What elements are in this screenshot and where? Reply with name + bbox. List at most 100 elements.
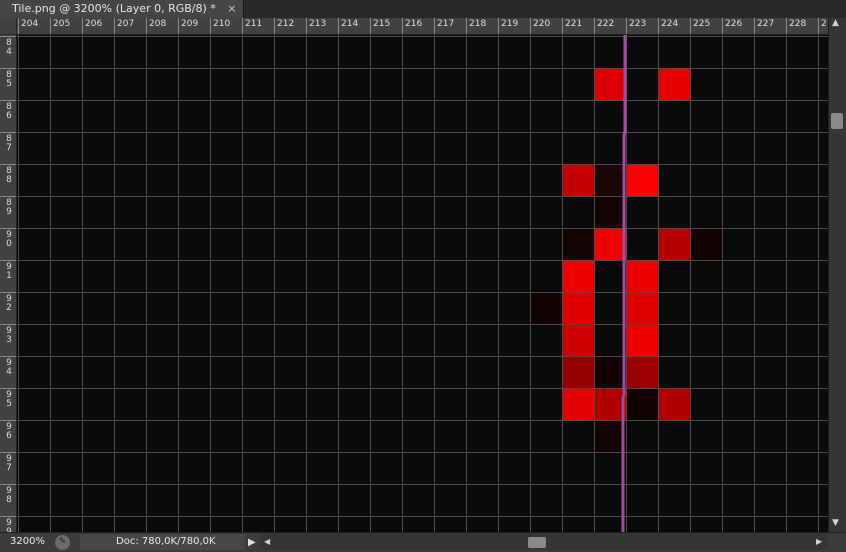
vertical-scroll-thumb[interactable]: [831, 113, 843, 129]
ruler-label: 98: [6, 486, 12, 505]
pixel-cell: [594, 228, 626, 260]
ruler-tick: [0, 164, 16, 165]
ruler-label: 228: [789, 19, 807, 29]
ruler-label: 222: [597, 19, 615, 29]
document-tab[interactable]: Tile.png @ 3200% (Layer 0, RGB/8) * ×: [0, 0, 244, 18]
pixel-cell: [562, 388, 594, 420]
ruler-label: 219: [501, 19, 519, 29]
horizontal-scrollbar[interactable]: ◀ ▶: [260, 534, 828, 550]
ruler-label: 209: [181, 19, 199, 29]
pixel-cell: [594, 356, 626, 388]
ruler-tick: [0, 68, 16, 69]
pixel-cell: [626, 388, 658, 420]
pixel-cell: [626, 356, 658, 388]
ruler-tick: [178, 18, 179, 34]
ruler-tick: [754, 18, 755, 34]
status-menu-arrow-icon[interactable]: ▶: [248, 535, 256, 550]
ruler-tick: [338, 18, 339, 34]
ruler-tick: [0, 196, 16, 197]
ruler-tick: [0, 452, 16, 453]
ruler-tick: [0, 292, 16, 293]
ruler-label: 217: [437, 19, 455, 29]
vertical-ruler[interactable]: 84 85 86 87 88 89 90 91 92 93 94 95 96 97 98 99: [0, 35, 17, 532]
scroll-left-icon[interactable]: ◀: [264, 536, 270, 548]
pixel-cell: [562, 164, 594, 196]
pixel-cell: [594, 164, 626, 196]
ruler-tick: [0, 356, 16, 357]
scroll-up-icon[interactable]: ▲: [832, 18, 839, 28]
ruler-tick: [658, 18, 659, 34]
ruler-tick: [242, 18, 243, 34]
pixel-cell: [594, 388, 626, 420]
zoom-level-field[interactable]: 3200%: [2, 534, 50, 550]
ruler-label: 216: [405, 19, 423, 29]
ruler-tick: [274, 18, 275, 34]
ruler-label: 99: [6, 518, 12, 533]
ruler-label: 223: [629, 19, 647, 29]
document-tab-bar: Tile.png @ 3200% (Layer 0, RGB/8) * ×: [0, 0, 846, 19]
ruler-tick: [530, 18, 531, 34]
ruler-label: 211: [245, 19, 263, 29]
document-size-info: Doc: 780,0K/780,0K: [80, 534, 245, 550]
ruler-tick: [498, 18, 499, 34]
horizontal-scroll-thumb[interactable]: [528, 537, 546, 548]
ruler-label: 97: [6, 454, 12, 473]
ruler-label: 88: [6, 166, 12, 185]
horizontal-ruler[interactable]: 204 205 206 207 208 209 210 211 212 213 214 215 216 2…: [17, 18, 828, 35]
pixel-cell: [626, 164, 658, 196]
ruler-tick: [146, 18, 147, 34]
ruler-tick: [594, 18, 595, 34]
ruler-origin[interactable]: [0, 18, 17, 35]
pixel-cell: [562, 228, 594, 260]
pixel-grid: [17, 35, 828, 532]
ruler-tick: [210, 18, 211, 34]
ruler-tick: [0, 228, 16, 229]
pixel-cell: [594, 68, 626, 100]
status-info-icon[interactable]: ✎: [55, 535, 70, 550]
ruler-tick: [0, 36, 16, 37]
ruler-tick: [0, 484, 16, 485]
pixel-cell: [658, 228, 690, 260]
ruler-tick: [0, 420, 16, 421]
ruler-label: 95: [6, 390, 12, 409]
ruler-label: 207: [117, 19, 135, 29]
ruler-tick: [562, 18, 563, 34]
ruler-tick: [0, 516, 16, 517]
image-canvas[interactable]: [17, 35, 828, 532]
ruler-label: 206: [85, 19, 103, 29]
ruler-tick: [0, 100, 16, 101]
ruler-label: 224: [661, 19, 679, 29]
ruler-label: 225: [693, 19, 711, 29]
ruler-tick: [370, 18, 371, 34]
ruler-label: 84: [6, 38, 12, 57]
scroll-down-icon[interactable]: ▼: [832, 518, 839, 528]
ruler-label: 220: [533, 19, 551, 29]
pixel-cell: [594, 420, 626, 452]
scroll-right-icon[interactable]: ▶: [816, 536, 822, 548]
ruler-tick: [626, 18, 627, 34]
ruler-label: 94: [6, 358, 12, 377]
ruler-tick: [82, 18, 83, 34]
ruler-label: 92: [6, 294, 12, 313]
ruler-tick: [306, 18, 307, 34]
pixel-cell: [594, 196, 626, 228]
ruler-label: 227: [757, 19, 775, 29]
vertical-guide[interactable]: [621, 35, 627, 532]
ruler-label: 210: [213, 19, 231, 29]
pixel-cell: [626, 324, 658, 356]
ruler-label: 93: [6, 326, 12, 345]
ruler-tick: [0, 260, 16, 261]
document-tab-title: Tile.png @ 3200% (Layer 0, RGB/8) *: [12, 2, 216, 15]
pixel-cell: [626, 292, 658, 324]
ruler-label: 212: [277, 19, 295, 29]
ruler-tick: [0, 132, 16, 133]
ruler-label: 226: [725, 19, 743, 29]
ruler-tick: [818, 18, 819, 34]
pixel-cell: [690, 228, 722, 260]
pixel-cell: [562, 260, 594, 292]
ruler-tick: [690, 18, 691, 34]
close-tab-icon[interactable]: ×: [227, 0, 236, 18]
ruler-label: 91: [6, 262, 12, 281]
ruler-tick: [434, 18, 435, 34]
vertical-scrollbar[interactable]: ▲ ▼: [828, 18, 846, 532]
